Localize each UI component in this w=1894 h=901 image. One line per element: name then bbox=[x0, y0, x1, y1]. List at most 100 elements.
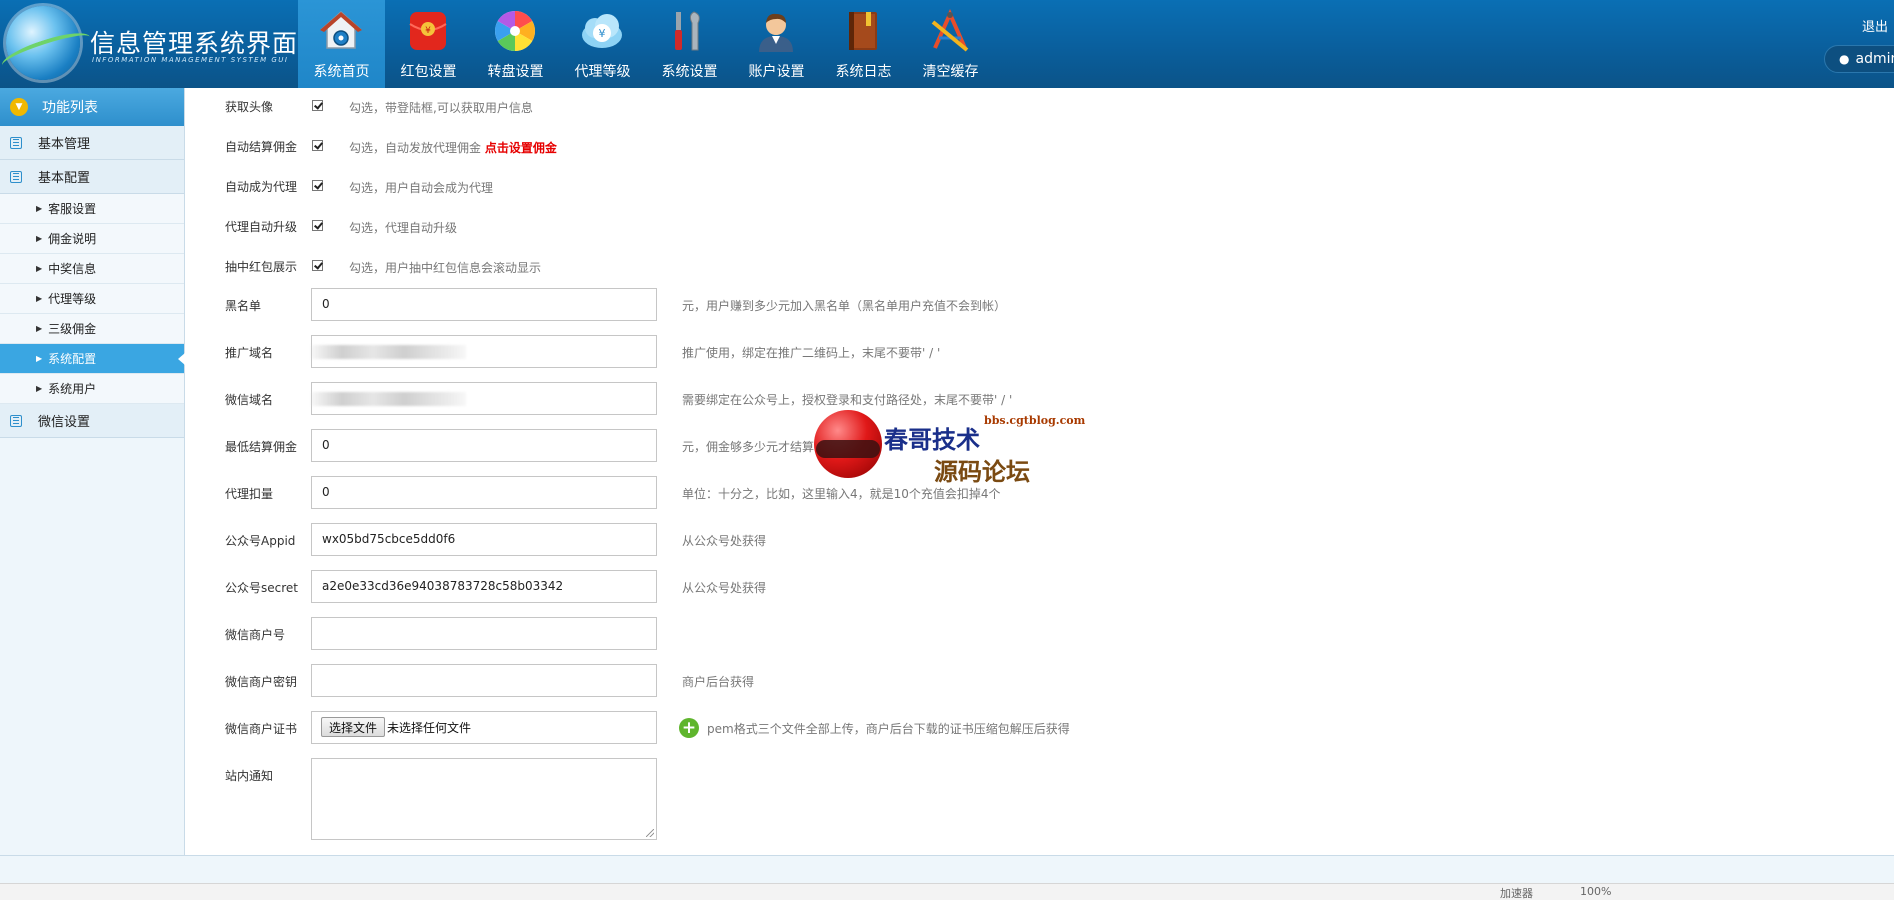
form-row-agent-upgrade: 代理自动升级 勾选，代理自动升级 bbox=[185, 218, 1285, 238]
sidebar-section-basic-config[interactable]: 基本配置 bbox=[0, 160, 184, 194]
list-icon bbox=[10, 136, 22, 149]
sidebar-header[interactable]: ▼ 功能列表 bbox=[0, 88, 184, 126]
svg-text:¥: ¥ bbox=[599, 27, 606, 40]
nav-system-log-label: 系统日志 bbox=[835, 64, 892, 80]
caret-right-icon: ▶ bbox=[36, 324, 43, 333]
sidebar-item-label: 三级佣金 bbox=[48, 322, 97, 336]
top-header: 信息管理系统界面 INFORMATION MANAGEMENT SYSTEM G… bbox=[0, 0, 1894, 88]
choose-file-button[interactable]: 选择文件 bbox=[321, 717, 385, 737]
app-subtitle: INFORMATION MANAGEMENT SYSTEM GUI bbox=[92, 56, 289, 64]
nav-system-log[interactable]: 系统日志 bbox=[820, 0, 907, 88]
nav-system-settings-label: 系统设置 bbox=[661, 64, 718, 80]
sidebar-item-system-users[interactable]: ▶ 系统用户 bbox=[0, 374, 184, 404]
field-label: 微信商户密钥 bbox=[225, 675, 298, 689]
field-hint: 勾选，用户抽中红包信息会滚动显示 bbox=[349, 261, 542, 275]
field-label: 公众号Appid bbox=[225, 534, 296, 548]
blacklist-input[interactable]: 0 bbox=[311, 288, 657, 321]
secret-input[interactable]: a2e0e33cd36e94038783728c58b03342 bbox=[311, 570, 657, 603]
color-wheel-icon bbox=[495, 11, 535, 51]
field-hint: 从公众号处获得 bbox=[682, 581, 767, 595]
field-hint: 元，佣金够多少元才结算 bbox=[682, 440, 815, 454]
form-row-merchant-key: 微信商户密钥 商户后台获得 bbox=[185, 664, 1285, 700]
merchant-key-input[interactable] bbox=[311, 664, 657, 697]
field-label: 微信域名 bbox=[225, 393, 274, 407]
svg-text:¥: ¥ bbox=[425, 26, 431, 36]
watermark-line2: 源码论坛 bbox=[934, 457, 1030, 486]
app-title: 信息管理系统界面 bbox=[90, 29, 299, 58]
globe-logo-icon bbox=[6, 6, 80, 80]
get-avatar-checkbox[interactable] bbox=[312, 100, 323, 111]
sidebar-item-service[interactable]: ▶ 客服设置 bbox=[0, 194, 184, 224]
caret-right-icon: ▶ bbox=[36, 204, 43, 213]
list-icon bbox=[10, 170, 22, 183]
field-label: 推广域名 bbox=[225, 346, 274, 360]
field-hint: 元，用户赚到多少元加入黑名单（黑名单用户充值不会到帐） bbox=[682, 299, 1007, 313]
appid-input[interactable]: wx05bd75cbce5dd0f6 bbox=[311, 523, 657, 556]
field-label: 自动结算佣金 bbox=[225, 140, 298, 154]
field-hint: 勾选，代理自动升级 bbox=[349, 221, 458, 235]
sidebar-section-wechat-settings[interactable]: 微信设置 bbox=[0, 404, 184, 438]
drafting-tools-icon bbox=[931, 9, 969, 52]
list-icon bbox=[10, 414, 22, 427]
zoom-level[interactable]: 100% bbox=[1580, 885, 1611, 898]
caret-right-icon: ▶ bbox=[36, 384, 43, 393]
auto-agent-checkbox[interactable] bbox=[312, 180, 323, 191]
field-label: 抽中红包展示 bbox=[225, 260, 298, 274]
top-nav: 系统首页 ¥ 红包设置 转盘设置 ¥ 代理等级 系统设置 账户设置 系统日志 清… bbox=[298, 0, 994, 88]
field-hint: 从公众号处获得 bbox=[682, 534, 767, 548]
nav-agent-level-label: 代理等级 bbox=[574, 64, 631, 80]
field-label: 微信商户证书 bbox=[225, 722, 298, 736]
watermark-ball-icon bbox=[814, 410, 882, 478]
field-hint: 勾选，自动发放代理佣金 点击设置佣金 bbox=[349, 139, 557, 156]
sidebar-section-basic-management[interactable]: 基本管理 bbox=[0, 126, 184, 160]
agent-deduct-input[interactable]: 0 bbox=[311, 476, 657, 509]
watermark-logo: bbs.cgtblog.com 春哥技术 源码论坛 bbox=[814, 410, 1114, 490]
nav-red-envelope[interactable]: ¥ 红包设置 bbox=[385, 0, 472, 88]
set-commission-link[interactable]: 点击设置佣金 bbox=[485, 141, 557, 155]
field-label: 代理扣量 bbox=[225, 487, 274, 501]
field-hint: 勾选，带登陆框,可以获取用户信息 bbox=[349, 101, 533, 115]
redacted-blur bbox=[311, 345, 466, 359]
auto-commission-checkbox[interactable] bbox=[312, 140, 323, 151]
field-label: 获取头像 bbox=[225, 100, 274, 114]
sidebar-item-label: 中奖信息 bbox=[48, 262, 97, 276]
nav-wheel-label: 转盘设置 bbox=[487, 64, 544, 80]
username: admin bbox=[1855, 51, 1894, 67]
agent-upgrade-checkbox[interactable] bbox=[312, 220, 323, 231]
sidebar-item-commission-info[interactable]: ▶ 佣金说明 bbox=[0, 224, 184, 254]
nav-home[interactable]: 系统首页 bbox=[298, 0, 385, 88]
nav-account-settings-label: 账户设置 bbox=[748, 64, 805, 80]
sidebar-section-label: 微信设置 bbox=[38, 415, 91, 430]
sidebar-item-three-level-commission[interactable]: ▶ 三级佣金 bbox=[0, 314, 184, 344]
sidebar-item-system-config[interactable]: ▶ 系统配置 bbox=[0, 344, 185, 374]
nav-wheel[interactable]: 转盘设置 bbox=[472, 0, 559, 88]
caret-right-icon: ▶ bbox=[36, 264, 43, 273]
red-envelope-display-checkbox[interactable] bbox=[312, 260, 323, 271]
form-row-merchant-cert: 微信商户证书 选择文件 未选择任何文件 + pem格式三个文件全部上传，商户后台… bbox=[185, 711, 1285, 747]
sidebar-section-label: 基本配置 bbox=[38, 171, 91, 186]
form-row-auto-commission: 自动结算佣金 勾选，自动发放代理佣金 点击设置佣金 bbox=[185, 138, 1285, 158]
min-commission-input[interactable]: 0 bbox=[311, 429, 657, 462]
sidebar-item-agent-level[interactable]: ▶ 代理等级 bbox=[0, 284, 184, 314]
browser-status-bar: 加速器 100% bbox=[0, 883, 1894, 900]
field-hint: 需要绑定在公众号上，授权登录和支付路径处，末尾不要带' / ' bbox=[682, 393, 1013, 407]
watermark-line1: 春哥技术 bbox=[884, 425, 980, 454]
user-account-icon bbox=[759, 13, 793, 52]
resize-grip-icon[interactable] bbox=[646, 829, 654, 837]
sidebar-header-label: 功能列表 bbox=[42, 100, 98, 116]
add-icon[interactable]: + bbox=[679, 718, 699, 738]
nav-clear-cache[interactable]: 清空缓存 bbox=[907, 0, 994, 88]
book-icon bbox=[849, 12, 877, 50]
merchant-id-input[interactable] bbox=[311, 617, 657, 650]
nav-account-settings[interactable]: 账户设置 bbox=[733, 0, 820, 88]
home-icon bbox=[320, 10, 362, 49]
site-notice-textarea[interactable] bbox=[311, 758, 657, 840]
nav-agent-level[interactable]: ¥ 代理等级 bbox=[559, 0, 646, 88]
yen-cloud-icon: ¥ bbox=[582, 14, 622, 48]
form-row-merchant-id: 微信商户号 bbox=[185, 617, 1285, 653]
logout-link[interactable]: 退出 bbox=[1862, 16, 1888, 35]
sidebar-item-winning-info[interactable]: ▶ 中奖信息 bbox=[0, 254, 184, 284]
user-badge[interactable]: ● admin bbox=[1824, 45, 1894, 73]
nav-system-settings[interactable]: 系统设置 bbox=[646, 0, 733, 88]
form-row-min-commission: 最低结算佣金 0 元，佣金够多少元才结算 bbox=[185, 429, 1285, 465]
